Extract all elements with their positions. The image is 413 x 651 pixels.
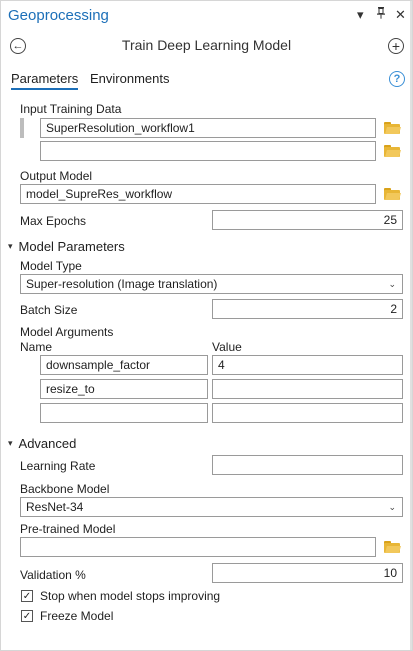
freeze-model-option[interactable]: ✓ Freeze Model — [21, 609, 113, 623]
model-type-select[interactable]: Super-resolution (Image translation) ⌄ — [20, 274, 403, 294]
freeze-model-label: Freeze Model — [40, 609, 114, 623]
column-header-value: Value — [212, 340, 242, 354]
pretrained-model-field[interactable] — [20, 537, 376, 557]
model-type-value: Super-resolution (Image translation) — [26, 277, 218, 291]
pin-icon[interactable] — [376, 7, 386, 22]
checkmark-icon: ✓ — [22, 590, 32, 602]
section-collapse-icon: ▾ — [8, 438, 13, 448]
tool-title: Train Deep Learning Model — [121, 37, 292, 53]
help-icon[interactable]: ? — [389, 71, 405, 87]
add-button[interactable]: + — [388, 38, 404, 54]
model-parameters-header[interactable]: ▾ Model Parameters — [8, 239, 125, 254]
argument-value-field[interactable] — [212, 379, 403, 399]
tab-environments[interactable]: Environments — [90, 71, 169, 86]
backbone-model-select[interactable]: ResNet-34 ⌄ — [20, 497, 403, 517]
pretrained-model-label: Pre-trained Model — [20, 522, 116, 536]
input-training-data-label: Input Training Data — [20, 102, 122, 116]
validation-field[interactable]: 10 — [212, 563, 403, 583]
required-indicator — [20, 118, 24, 138]
argument-name-field[interactable] — [40, 403, 208, 423]
output-model-field[interactable]: model_SupreRes_workflow — [20, 184, 376, 204]
section-collapse-icon: ▾ — [8, 241, 13, 251]
pane-title: Geoprocessing — [8, 7, 109, 24]
learning-rate-label: Learning Rate — [20, 459, 96, 473]
backbone-model-label: Backbone Model — [20, 482, 110, 496]
pane-border — [410, 1, 412, 650]
model-parameters-title: Model Parameters — [18, 239, 125, 254]
model-arguments-label: Model Arguments — [20, 325, 114, 339]
geoprocessing-pane: Geoprocessing ▾ ✕ ← Train Deep Learning … — [0, 0, 413, 651]
argument-value-field[interactable] — [212, 403, 403, 423]
batch-size-label: Batch Size — [20, 303, 78, 317]
advanced-title: Advanced — [18, 436, 77, 451]
argument-name-field[interactable]: resize_to — [40, 379, 208, 399]
browse-folder-icon[interactable] — [384, 145, 401, 157]
max-epochs-field[interactable]: 25 — [212, 210, 403, 230]
browse-folder-icon[interactable] — [384, 122, 401, 134]
learning-rate-field[interactable] — [212, 455, 403, 475]
browse-folder-icon[interactable] — [384, 541, 401, 553]
advanced-header[interactable]: ▾ Advanced — [8, 436, 76, 451]
stop-improving-checkbox[interactable]: ✓ — [21, 590, 33, 602]
freeze-model-checkbox[interactable]: ✓ — [21, 610, 33, 622]
argument-value-field[interactable]: 4 — [212, 355, 403, 375]
browse-folder-icon[interactable] — [384, 188, 401, 200]
max-epochs-label: Max Epochs — [20, 214, 87, 228]
stop-improving-option[interactable]: ✓ Stop when model stops improving — [21, 589, 220, 603]
output-model-label: Output Model — [20, 169, 93, 183]
checkmark-icon: ✓ — [22, 610, 32, 622]
backbone-model-value: ResNet-34 — [26, 500, 84, 514]
validation-label: Validation % — [20, 568, 86, 582]
argument-name-field[interactable]: downsample_factor — [40, 355, 208, 375]
input-training-data-field-2[interactable] — [40, 141, 376, 161]
column-header-name: Name — [20, 340, 53, 354]
close-icon[interactable]: ✕ — [395, 7, 406, 23]
stop-improving-label: Stop when model stops improving — [40, 589, 221, 603]
model-type-label: Model Type — [20, 259, 82, 273]
pane-menu-icon[interactable]: ▾ — [357, 7, 364, 23]
input-training-data-field-1[interactable]: SuperResolution_workflow1 — [40, 118, 376, 138]
chevron-down-icon: ⌄ — [388, 502, 396, 512]
tab-parameters[interactable]: Parameters — [11, 71, 79, 90]
batch-size-field[interactable]: 2 — [212, 299, 403, 319]
chevron-down-icon: ⌄ — [388, 279, 396, 289]
plus-icon: + — [391, 38, 401, 54]
